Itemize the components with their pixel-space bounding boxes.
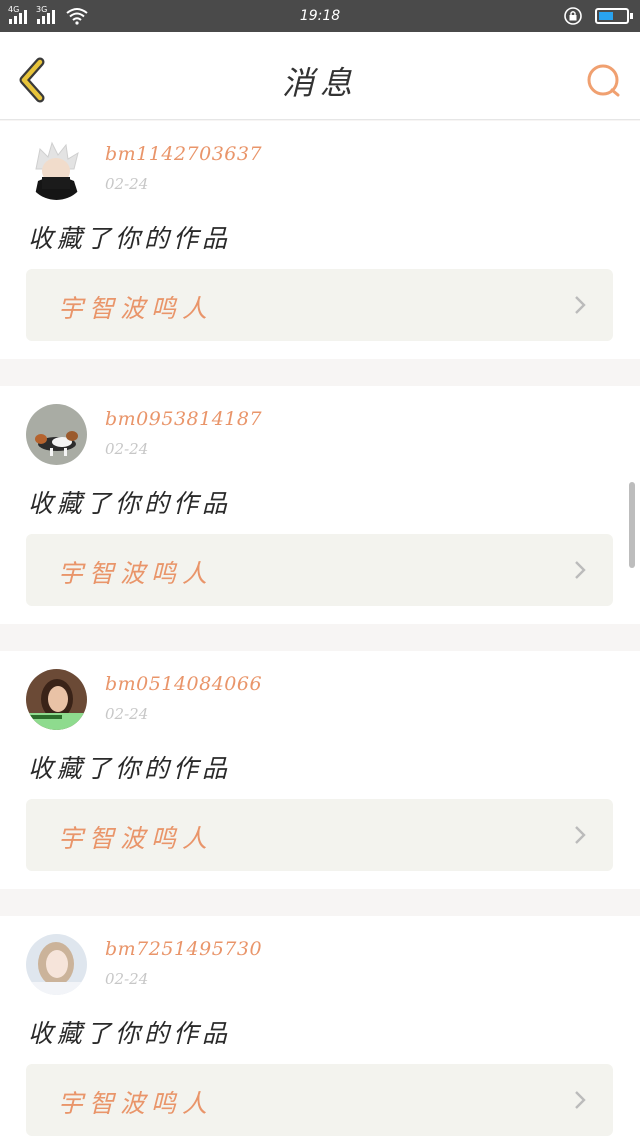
battery-level xyxy=(599,12,613,20)
status-time: 19:18 xyxy=(299,8,341,24)
message-text: 收藏了你的作品 xyxy=(28,1019,232,1048)
avatar[interactable] xyxy=(26,139,87,200)
chevron-right-icon xyxy=(575,826,586,844)
message-text: 收藏了你的作品 xyxy=(28,754,232,783)
chevron-right-icon xyxy=(575,561,586,579)
username[interactable]: bm0514084066 xyxy=(105,673,262,695)
list-item: bm1142703637 02-24 收藏了你的作品 宇智波鸣人 xyxy=(0,121,640,359)
list-item: bm0514084066 02-24 收藏了你的作品 宇智波鸣人 xyxy=(0,651,640,889)
message-date: 02-24 xyxy=(105,705,149,723)
username[interactable]: bm1142703637 xyxy=(105,143,262,165)
battery-icon xyxy=(595,8,633,24)
status-bar: 4G 3G 19:18 xyxy=(0,0,640,32)
work-card[interactable]: 宇智波鸣人 xyxy=(26,269,613,341)
username[interactable]: bm0953814187 xyxy=(105,408,262,430)
scrollbar[interactable] xyxy=(629,482,635,568)
work-title: 宇智波鸣人 xyxy=(58,1089,214,1118)
work-title: 宇智波鸣人 xyxy=(58,824,214,853)
work-title: 宇智波鸣人 xyxy=(58,559,214,588)
avatar[interactable] xyxy=(26,934,87,995)
chevron-right-icon xyxy=(575,1091,586,1109)
message-text: 收藏了你的作品 xyxy=(28,489,232,518)
username[interactable]: bm7251495730 xyxy=(105,938,262,960)
app-header: 消息 xyxy=(0,32,640,120)
work-card[interactable]: 宇智波鸣人 xyxy=(26,534,613,606)
list-item: bm7251495730 02-24 收藏了你的作品 宇智波鸣人 xyxy=(0,916,640,1138)
list-item: bm0953814187 02-24 收藏了你的作品 宇智波鸣人 xyxy=(0,386,640,624)
message-date: 02-24 xyxy=(105,970,149,988)
chevron-right-icon xyxy=(575,296,586,314)
work-card[interactable]: 宇智波鸣人 xyxy=(26,1064,613,1136)
work-card[interactable]: 宇智波鸣人 xyxy=(26,799,613,871)
page-title: 消息 xyxy=(281,64,358,102)
avatar[interactable] xyxy=(26,669,87,730)
search-button[interactable] xyxy=(584,62,624,102)
search-icon xyxy=(587,64,620,97)
work-title: 宇智波鸣人 xyxy=(58,294,214,323)
rotation-lock-icon xyxy=(564,7,582,25)
message-date: 02-24 xyxy=(105,175,149,193)
message-text: 收藏了你的作品 xyxy=(28,224,232,253)
avatar[interactable] xyxy=(26,404,87,465)
message-date: 02-24 xyxy=(105,440,149,458)
